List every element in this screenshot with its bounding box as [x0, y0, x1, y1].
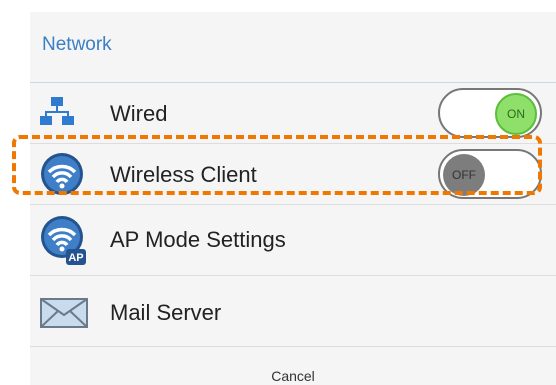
network-icon — [40, 96, 74, 131]
network-dialog: Network Wired ON Wireless Client OFF AP … — [30, 12, 556, 385]
mail-server-label: Mail Server — [110, 300, 222, 325]
dialog-title: Network — [42, 34, 112, 55]
wifi-ap-icon: AP — [40, 215, 86, 270]
mail-icon — [40, 298, 88, 333]
highlight-annotation — [12, 135, 542, 195]
wired-toggle[interactable]: ON — [438, 88, 542, 138]
row-mail-server[interactable]: Mail Server — [30, 276, 556, 347]
wired-label: Wired — [110, 101, 168, 126]
ap-badge: AP — [68, 252, 83, 264]
toggle-knob-on: ON — [495, 93, 537, 135]
ap-mode-settings-label: AP Mode Settings — [110, 227, 286, 252]
row-ap-mode-settings[interactable]: AP AP Mode Settings — [30, 205, 556, 276]
cancel-button[interactable]: Cancel — [30, 368, 556, 384]
dialog-header: Network — [30, 12, 556, 83]
dialog-footer: Cancel — [30, 348, 556, 385]
